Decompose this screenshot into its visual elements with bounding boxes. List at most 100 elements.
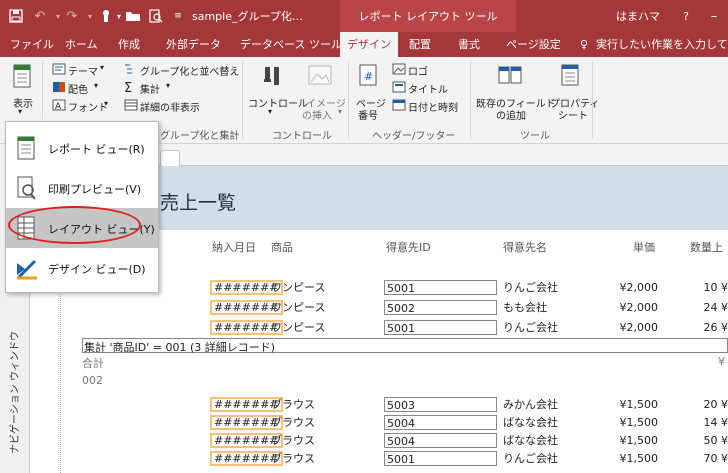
qty-cell[interactable]: 20 ¥ (670, 397, 728, 412)
price-cell[interactable]: ¥2,000 (600, 320, 659, 335)
report-title[interactable]: 売上一覧 (160, 188, 236, 215)
undo-icon[interactable]: ↶ (32, 7, 48, 25)
tab-arrange[interactable]: 配置 (409, 32, 431, 57)
tab-create[interactable]: 作成 (118, 32, 140, 57)
product-cell[interactable]: ブラウス (271, 451, 315, 466)
add-existing-fields-icon[interactable] (498, 65, 522, 88)
redo-icon[interactable]: ↷ (64, 7, 80, 25)
column-header-customer-id[interactable]: 得意先ID (386, 239, 431, 255)
qty-cell[interactable]: 24 ¥ (670, 300, 728, 315)
tab-design[interactable]: デザイン (340, 32, 398, 57)
column-header-date[interactable]: 納入月日 (212, 239, 256, 255)
column-header-qty[interactable]: 数量上 (690, 239, 723, 255)
group-summary-text[interactable]: 集計 '商品ID' = 001 (3 詳細レコード) (82, 338, 728, 354)
customer-id-cell[interactable]: 5002 (384, 300, 497, 315)
tab-database-tools[interactable]: データベース ツール (240, 32, 342, 57)
customer-id-cell[interactable]: 5004 (384, 433, 497, 448)
tab-file[interactable]: ファイル (10, 32, 54, 57)
tab-page-setup[interactable]: ページ設定 (506, 32, 561, 57)
price-cell[interactable]: ¥1,500 (600, 415, 659, 430)
product-cell[interactable]: ワンピース (271, 320, 325, 335)
tab-home[interactable]: ホーム (65, 32, 98, 57)
add-existing-fields-label-2[interactable]: の追加 (496, 107, 526, 122)
group-sort-button[interactable]: グループ化と並べ替え (140, 63, 239, 78)
product-cell[interactable]: ブラウス (271, 397, 315, 412)
menu-item-report-view[interactable]: レポート ビュー(R) (6, 128, 158, 168)
undo-dropdown-icon[interactable]: ▾ (52, 7, 64, 25)
view-icon[interactable] (12, 63, 32, 94)
color-button[interactable]: 配色 (68, 81, 88, 96)
logo-button[interactable]: ロゴ (408, 63, 428, 78)
page-number-icon[interactable]: # (358, 63, 378, 90)
group-total-label[interactable]: 合計 (82, 355, 104, 371)
font-dropdown-icon[interactable]: ▾ (104, 99, 108, 108)
controls-button-label[interactable]: コントロール (248, 95, 308, 110)
group-id[interactable]: 002 (82, 374, 103, 387)
totals-button[interactable]: 集計 (140, 81, 160, 96)
open-folder-icon[interactable] (124, 7, 142, 25)
document-tab[interactable] (160, 150, 180, 166)
customer-name-cell[interactable]: みかん会社 (503, 397, 558, 412)
totals-dropdown-icon[interactable]: ▾ (166, 81, 170, 90)
qty-cell[interactable]: 26 ¥ (670, 320, 728, 335)
group-total-value[interactable]: ¥ (718, 355, 725, 368)
customer-name-cell[interactable]: りんご会社 (503, 280, 558, 295)
customer-id-cell[interactable]: 5001 (384, 451, 497, 466)
font-button[interactable]: フォント (68, 99, 108, 114)
user-name[interactable]: はまハマ (608, 7, 668, 25)
qty-cell[interactable]: 70 ¥ (670, 451, 728, 466)
customer-name-cell[interactable]: ばなな会社 (503, 433, 558, 448)
minimize-icon[interactable]: – (706, 7, 722, 25)
insert-image-icon[interactable] (308, 65, 332, 88)
tell-me-box[interactable]: 実行したい作業を入力してくださ (596, 32, 728, 57)
qty-cell[interactable]: 14 ¥ (670, 415, 728, 430)
column-header-customer-name[interactable]: 得意先名 (503, 239, 547, 255)
product-cell[interactable]: ブラウス (271, 433, 315, 448)
redo-dropdown-icon[interactable]: ▾ (84, 7, 96, 25)
controls-dropdown-icon[interactable]: ▾ (268, 107, 272, 116)
view-button-label[interactable]: 表示 (13, 95, 33, 110)
help-button[interactable]: ? (678, 7, 694, 25)
price-cell[interactable]: ¥1,500 (600, 451, 659, 466)
navigation-pane-label[interactable]: ナビゲーション ウィンドウ (6, 331, 21, 454)
qty-cell[interactable]: 10 ¥ (670, 280, 728, 295)
property-sheet-icon[interactable] (560, 63, 580, 90)
menu-item-print-preview[interactable]: 印刷プレビュー(V) (6, 168, 158, 208)
customer-name-cell[interactable]: ばなな会社 (503, 415, 558, 430)
customer-id-cell[interactable]: 5004 (384, 415, 497, 430)
color-dropdown-icon[interactable]: ▾ (94, 81, 98, 90)
price-cell[interactable]: ¥1,500 (600, 433, 659, 448)
column-header-price[interactable]: 単価 (633, 239, 655, 255)
tab-external-data[interactable]: 外部データ (166, 32, 221, 57)
product-cell[interactable]: ワンピース (271, 280, 325, 295)
date-time-button[interactable]: 日付と時刻 (408, 99, 458, 114)
theme-button[interactable]: テーマ (68, 63, 98, 78)
product-cell[interactable]: ワンピース (271, 300, 325, 315)
theme-dropdown-icon[interactable]: ▾ (100, 63, 104, 72)
hide-details-button[interactable]: 詳細の非表示 (140, 99, 200, 114)
customer-id-cell[interactable]: 5001 (384, 280, 497, 295)
print-preview-icon[interactable] (148, 7, 164, 25)
view-dropdown-icon[interactable]: ▾ (18, 107, 22, 116)
touch-dropdown-icon[interactable]: ▾ (114, 7, 124, 25)
customer-name-cell[interactable]: もも会社 (503, 300, 547, 315)
price-cell[interactable]: ¥2,000 (600, 280, 659, 295)
customize-qat-icon[interactable]: ≡ (172, 7, 184, 25)
price-cell[interactable]: ¥2,000 (600, 300, 659, 315)
touch-mode-icon[interactable] (98, 7, 114, 25)
property-sheet-label-2[interactable]: シート (558, 107, 588, 122)
controls-icon[interactable] (262, 65, 284, 90)
save-icon[interactable] (8, 7, 24, 25)
price-cell[interactable]: ¥1,500 (600, 397, 659, 412)
product-cell[interactable]: ブラウス (271, 415, 315, 430)
customer-name-cell[interactable]: りんご会社 (503, 451, 558, 466)
tab-format[interactable]: 書式 (458, 32, 480, 57)
page-number-label-2[interactable]: 番号 (358, 107, 378, 122)
title-button[interactable]: タイトル (408, 81, 448, 96)
menu-item-design-view[interactable]: デザイン ビュー(D) (6, 248, 158, 288)
customer-id-cell[interactable]: 5001 (384, 320, 497, 335)
customer-id-cell[interactable]: 5003 (384, 397, 497, 412)
qty-cell[interactable]: 50 ¥ (670, 433, 728, 448)
column-header-product[interactable]: 商品 (271, 239, 293, 255)
customer-name-cell[interactable]: りんご会社 (503, 320, 558, 335)
